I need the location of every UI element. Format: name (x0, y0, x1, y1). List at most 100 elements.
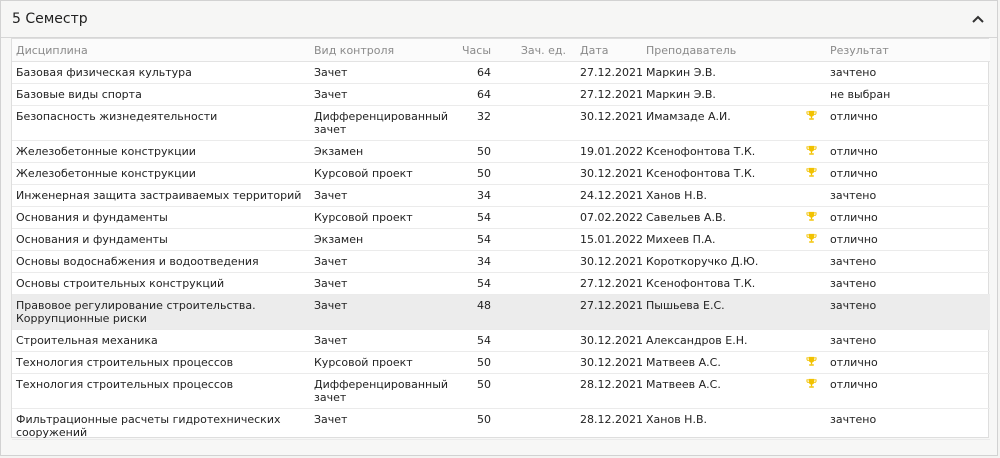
cell-control: Курсовой проект (310, 206, 430, 229)
cell-trophy (797, 329, 822, 352)
trophy-icon (806, 378, 817, 388)
cell-credits (495, 351, 570, 374)
collapse-button[interactable] (969, 10, 987, 28)
cell-trophy (797, 184, 822, 207)
cell-hours: 50 (430, 351, 495, 374)
table-row[interactable]: Правовое регулирование строительства. Ко… (12, 294, 990, 330)
cell-teacher: Короткоручко Д.Ю. (642, 250, 797, 273)
cell-result: зачтено (822, 294, 990, 330)
cell-date: 19.01.2022 (570, 140, 643, 163)
table-row[interactable]: Основы строительных конструкций Зачет 54 27… (12, 272, 990, 295)
cell-date: 27.12.2021 (570, 61, 643, 84)
cell-credits (495, 250, 570, 273)
table-row[interactable]: Фильтрационные расчеты гидротехнических … (12, 408, 990, 440)
cell-trophy (797, 140, 822, 163)
cell-teacher: Маркин Э.В. (642, 83, 797, 106)
table-row[interactable]: Основания и фундаменты Курсовой проект 54 0… (12, 206, 990, 229)
table-row[interactable]: Железобетонные конструкции Экзамен 50 19.01… (12, 140, 990, 163)
semester-header[interactable]: 5 Семестр (1, 1, 997, 38)
cell-date: 30.12.2021 (570, 351, 643, 374)
cell-trophy (797, 83, 822, 106)
cell-hours: 54 (430, 206, 495, 229)
cell-result: не выбран (822, 83, 990, 106)
cell-credits (495, 184, 570, 207)
cell-teacher: Ханов Н.В. (642, 408, 797, 440)
cell-date: 27.12.2021 (570, 83, 643, 106)
cell-control: Зачет (310, 184, 430, 207)
cell-hours: 50 (430, 408, 495, 440)
cell-discipline: Железобетонные конструкции (12, 162, 310, 185)
trophy-icon (806, 211, 817, 221)
cell-control: Экзамен (310, 228, 430, 251)
cell-credits (495, 83, 570, 106)
col-result[interactable]: Результат (822, 39, 990, 62)
col-hours[interactable]: Часы (430, 39, 495, 62)
cell-trophy (797, 206, 822, 229)
cell-trophy (797, 228, 822, 251)
cell-trophy (797, 250, 822, 273)
cell-credits (495, 329, 570, 352)
cell-teacher: Александров Е.Н. (642, 329, 797, 352)
cell-trophy (797, 61, 822, 84)
cell-date: 30.12.2021 (570, 105, 643, 141)
table-row[interactable]: Строительная механика Зачет 54 30.12.2021 Ал… (12, 329, 990, 352)
cell-result: зачтено (822, 408, 990, 440)
cell-date: 24.12.2021 (570, 184, 643, 207)
table-row[interactable]: Безопасность жизнедеятельности Дифференци… (12, 105, 990, 141)
col-control[interactable]: Вид контроля (310, 39, 430, 62)
trophy-icon (806, 233, 817, 243)
cell-control: Зачет (310, 83, 430, 106)
cell-control: Зачет (310, 408, 430, 440)
col-discipline[interactable]: Дисциплина (12, 39, 310, 62)
cell-hours: 64 (430, 83, 495, 106)
cell-credits (495, 162, 570, 185)
cell-date: 28.12.2021 (570, 373, 643, 409)
cell-result: зачтено (822, 329, 990, 352)
cell-discipline: Инженерная защита застраиваемых территор… (12, 184, 310, 207)
cell-discipline: Основания и фундаменты (12, 228, 310, 251)
cell-teacher: Михеев П.А. (642, 228, 797, 251)
cell-credits (495, 408, 570, 440)
cell-control: Зачет (310, 61, 430, 84)
cell-result: отлично (822, 373, 990, 409)
cell-result: отлично (822, 105, 990, 141)
table-row[interactable]: Базовая физическая культура Зачет 64 27.12.… (12, 61, 990, 84)
cell-teacher: Матвеев А.С. (642, 351, 797, 374)
table-row[interactable]: Основы водоснабжения и водоотведения Заче… (12, 250, 990, 273)
cell-trophy (797, 105, 822, 141)
cell-hours: 64 (430, 61, 495, 84)
cell-hours: 54 (430, 329, 495, 352)
cell-date: 30.12.2021 (570, 250, 643, 273)
cell-hours: 34 (430, 250, 495, 273)
semester-title: 5 Семестр (12, 11, 88, 27)
cell-control: Зачет (310, 294, 430, 330)
col-icon (797, 39, 822, 62)
cell-credits (495, 206, 570, 229)
cell-discipline: Безопасность жизнедеятельности (12, 105, 310, 141)
cell-teacher: Пышьева Е.С. (642, 294, 797, 330)
cell-trophy (797, 351, 822, 374)
cell-date: 15.01.2022 (570, 228, 643, 251)
table-row[interactable]: Инженерная защита застраиваемых территор… (12, 184, 990, 207)
col-credits[interactable]: Зач. ед. (495, 39, 570, 62)
table-body: Базовая физическая культура Зачет 64 27.12.… (12, 61, 990, 440)
cell-discipline: Железобетонные конструкции (12, 140, 310, 163)
cell-teacher: Ксенофонтова Т.К. (642, 272, 797, 295)
cell-date: 27.12.2021 (570, 272, 643, 295)
table-row[interactable]: Технология строительных процессов Курсово… (12, 351, 990, 374)
semester-panel: 5 Семестр Дисциплина Вид контроля Часы З… (0, 0, 998, 456)
cell-trophy (797, 408, 822, 440)
cell-teacher: Матвеев А.С. (642, 373, 797, 409)
col-date[interactable]: Дата (570, 39, 642, 62)
table-row[interactable]: Железобетонные конструкции Курсовой проек… (12, 162, 990, 185)
cell-credits (495, 61, 570, 84)
table-row[interactable]: Технология строительных процессов Диффере… (12, 373, 990, 409)
cell-credits (495, 373, 570, 409)
trophy-icon (806, 145, 817, 155)
table-row[interactable]: Базовые виды спорта Зачет 64 27.12.2021 Марк… (12, 83, 990, 106)
cell-date: 07.02.2022 (570, 206, 643, 229)
table-row[interactable]: Основания и фундаменты Экзамен 54 15.01.202… (12, 228, 990, 251)
cell-result: отлично (822, 162, 990, 185)
col-teacher[interactable]: Преподаватель (642, 39, 797, 62)
cell-discipline: Строительная механика (12, 329, 310, 352)
